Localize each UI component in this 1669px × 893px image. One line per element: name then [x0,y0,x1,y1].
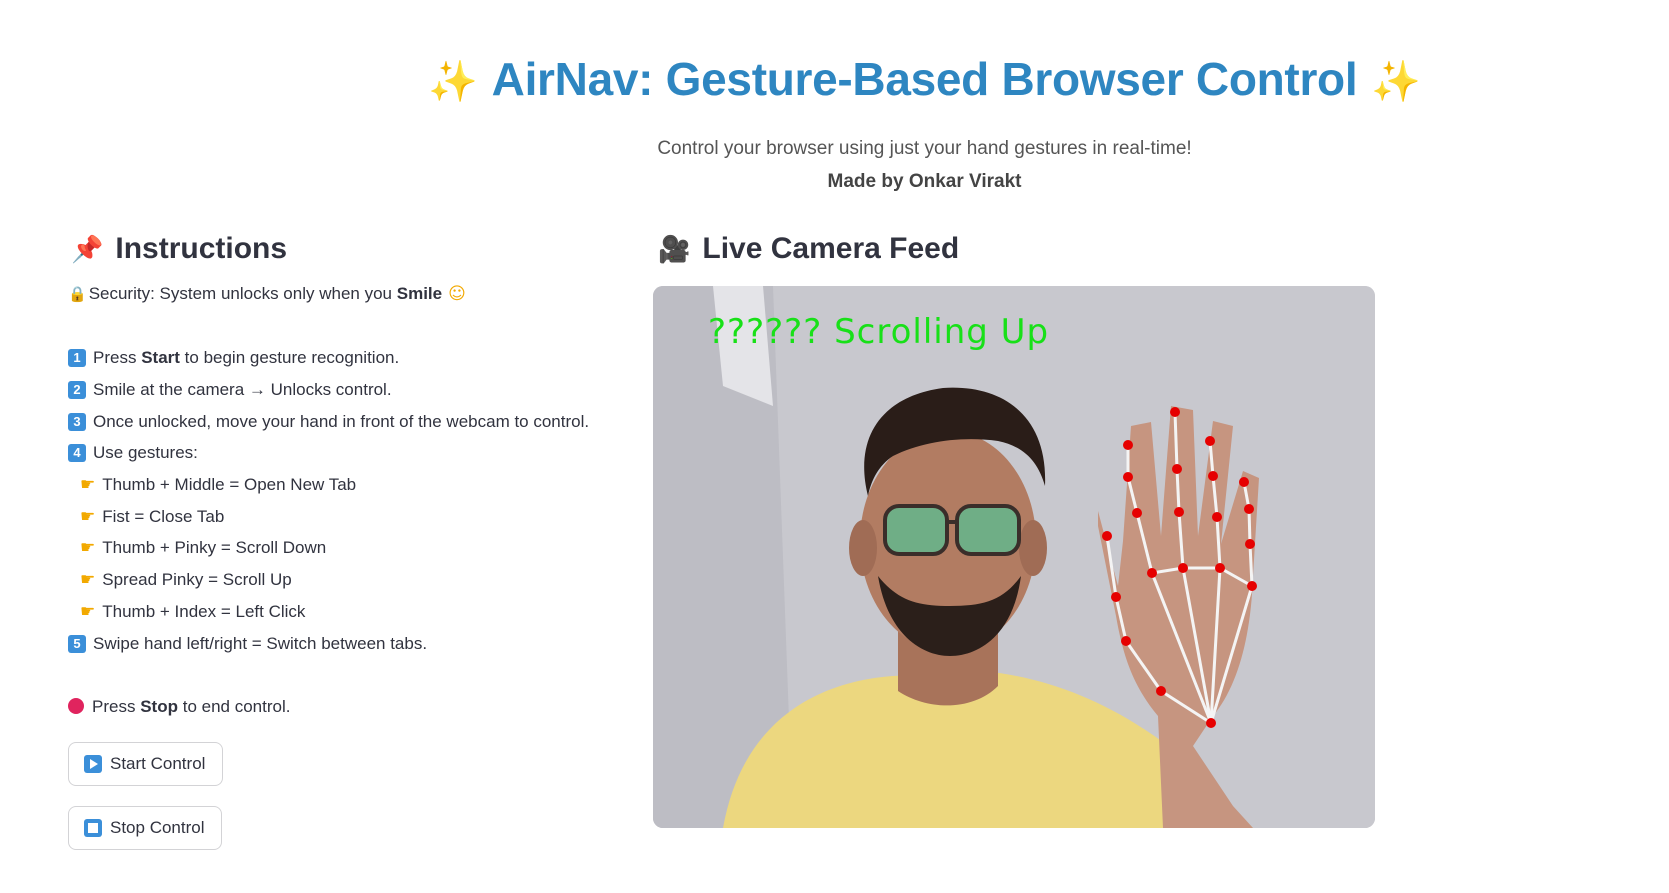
landmark-point [1239,477,1249,487]
landmark-point [1178,563,1188,573]
camera-feed: ?????? Scrolling Up [653,286,1375,828]
step-1: 1 Press Start to begin gesture recognitio… [68,348,399,368]
palm-skeleton [1151,566,1253,588]
stop-note-suffix: to end control. [182,697,291,716]
play-icon [84,755,102,773]
smiley-icon: ☺ [448,284,466,304]
landmark-point [1111,592,1121,602]
gesture-text: Spread Pinky = Scroll Up [102,570,292,589]
credit-line: Made by Onkar Virakt [827,171,1022,192]
gesture-item: ☛ Thumb + Index = Left Click [80,602,305,622]
red-circle-icon [68,698,84,714]
gesture-text: Fist = Close Tab [102,507,225,526]
step-2-text: Smile at the camera → Unlocks control. [93,380,392,399]
step-4: 4 Use gestures: [68,443,198,463]
security-bold: Smile [396,284,443,303]
number-1-icon: 1 [68,349,86,367]
instructions-heading: 📌 Instructions [71,232,287,266]
landmark-point [1208,471,1218,481]
step-3-text: Once unlocked, move your hand in front o… [93,412,590,431]
landmark-point [1247,581,1257,591]
lock-icon: 🔒 [68,285,87,303]
number-4-icon: 4 [68,444,86,462]
landmark-point [1156,686,1166,696]
landmark-point [1205,436,1215,446]
index-skeleton [1126,445,1213,724]
sparkles-icon: ✨ [428,59,478,105]
landmark-point [1123,440,1133,450]
pointing-hand-icon: ☛ [80,475,96,495]
stop-note: Press Stop to end control. [68,697,290,717]
video-camera-icon: 🎥 [658,235,691,265]
gesture-item: ☛ Thumb + Pinky = Scroll Down [80,538,326,558]
landmark-point [1215,563,1225,573]
gesture-item: ☛ Fist = Close Tab [80,507,224,527]
landmark-point [1147,568,1157,578]
landmark-point [1132,508,1142,518]
pointing-hand-icon: ☛ [80,602,96,622]
landmark-point [1212,512,1222,522]
step-1-bold: Start [141,348,180,367]
landmark-point [1123,472,1133,482]
stop-control-button[interactable]: Stop Control [68,806,222,850]
landmark-point [1172,464,1182,474]
pointing-hand-icon: ☛ [80,538,96,558]
gesture-text: Thumb + Pinky = Scroll Down [102,538,327,557]
step-5: 5 Swipe hand left/right = Switch between … [68,634,427,654]
number-5-icon: 5 [68,635,86,653]
landmark-point [1170,407,1180,417]
landmark-point [1102,531,1112,541]
sparkles-icon: ✨ [1371,59,1421,105]
instructions-heading-text: Instructions [115,232,288,265]
gesture-item: ☛ Spread Pinky = Scroll Up [80,570,292,590]
camera-heading-text: Live Camera Feed [702,232,960,265]
step-1-prefix: Press [93,348,137,367]
security-text: Security: System unlocks only when you [88,284,392,303]
landmark-point [1245,539,1255,549]
ring-skeleton [1208,440,1222,724]
gesture-item: ☛ Thumb + Middle = Open New Tab [80,475,356,495]
title-text: AirNav: Gesture-Based Browser Control [491,53,1358,105]
gesture-text: Thumb + Middle = Open New Tab [102,475,357,494]
stop-button-label: Stop Control [110,818,205,837]
start-button-label: Start Control [110,754,206,773]
page-title: ✨ AirNav: Gesture-Based Browser Control ✨ [0,52,1669,106]
stop-note-bold: Stop [140,697,178,716]
pointing-hand-icon: ☛ [80,570,96,590]
pushpin-icon: 📌 [71,235,104,265]
security-note: 🔒 Security: System unlocks only when you … [68,284,466,304]
step-4-text: Use gestures: [93,443,198,462]
hand-landmarks-overlay [1102,407,1257,728]
subtitle: Control your browser using just your han… [657,138,1192,159]
stop-note-prefix: Press [92,697,136,716]
gesture-text: Thumb + Index = Left Click [102,602,306,621]
landmark-point [1244,504,1254,514]
step-5-text: Swipe hand left/right = Switch between t… [93,634,428,653]
landmark-point [1121,636,1131,646]
camera-heading: 🎥 Live Camera Feed [658,232,959,266]
landmark-point [1206,718,1216,728]
landmark-point [1174,507,1184,517]
step-1-suffix: to begin gesture recognition. [184,348,400,367]
step-3: 3 Once unlocked, move your hand in front … [68,412,589,432]
pointing-hand-icon: ☛ [80,507,96,527]
number-2-icon: 2 [68,381,86,399]
stop-icon [84,819,102,837]
step-2: 2 Smile at the camera → Unlocks control. [68,380,392,400]
number-3-icon: 3 [68,413,86,431]
start-control-button[interactable]: Start Control [68,742,223,786]
